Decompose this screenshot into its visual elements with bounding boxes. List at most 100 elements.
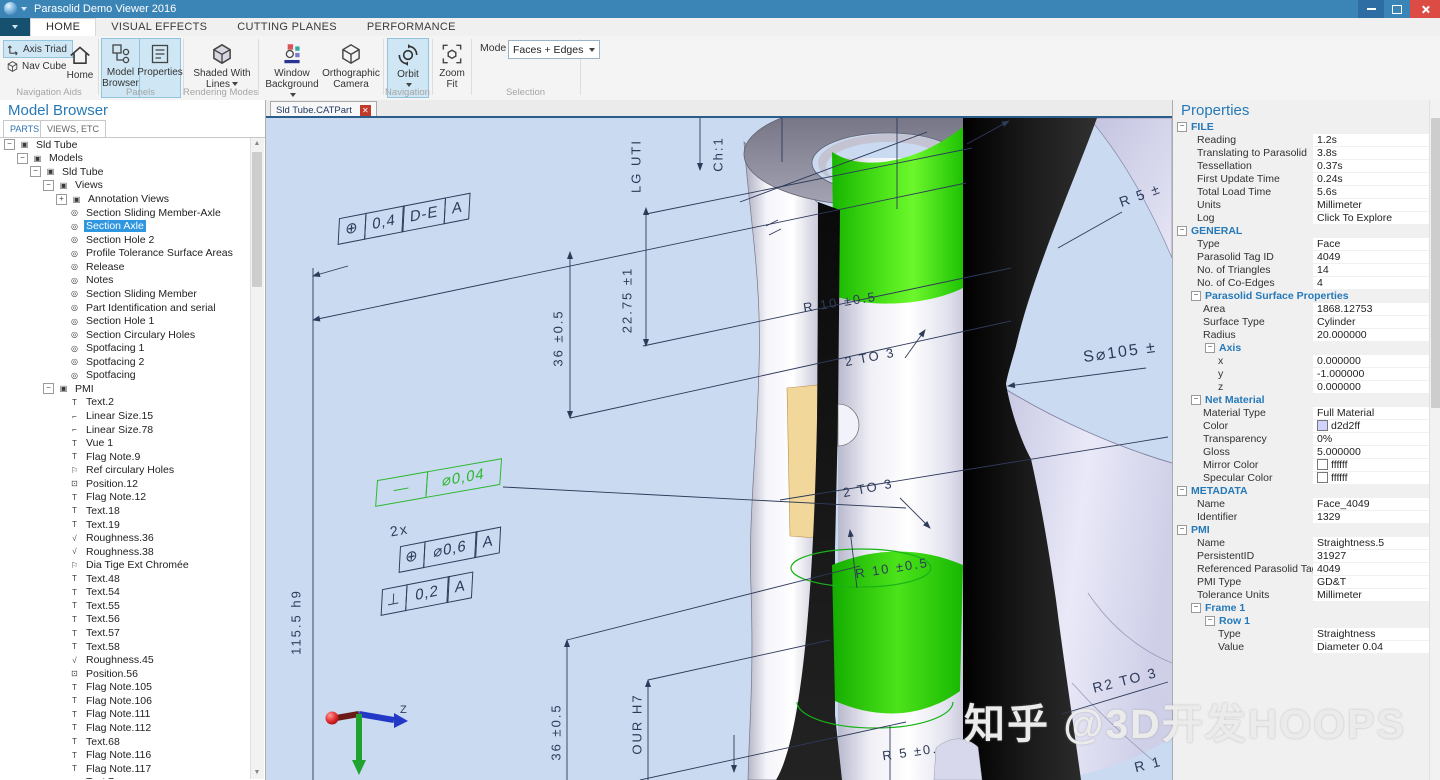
property-row[interactable]: NameStraightness.5 [1173,536,1429,549]
tree-item[interactable]: TText.19 [0,518,249,532]
tree-item[interactable]: ◎Spotfacing [0,369,249,383]
tree-item[interactable]: ◎Section Hole 1 [0,314,249,328]
expand-icon[interactable]: + [56,194,67,205]
property-section-header[interactable]: −Frame 1 [1173,601,1429,614]
tree-item[interactable]: TText.48 [0,572,249,586]
tree-item[interactable]: TText.58 [0,640,249,654]
collapse-icon[interactable]: − [17,153,28,164]
tree-item[interactable]: ◎Notes [0,274,249,288]
tree-item[interactable]: TText.68 [0,735,249,749]
tree-scrollbar[interactable]: ▲ ▼ [250,138,264,779]
collapse-icon[interactable]: − [1191,603,1201,613]
property-row[interactable]: x0.000000 [1173,354,1429,367]
tree-item[interactable]: ◎Release [0,260,249,274]
tree-item[interactable]: ⚐Dia Tige Ext Chromée [0,558,249,572]
property-row[interactable]: ValueDiameter 0.04 [1173,640,1429,653]
nav-cube-button[interactable]: Nav Cube [3,58,71,74]
property-row[interactable]: LogClick To Explore [1173,211,1429,224]
property-section-header[interactable]: −Axis [1173,341,1429,354]
property-row[interactable]: Surface TypeCylinder [1173,315,1429,328]
property-row[interactable]: Radius20.000000 [1173,328,1429,341]
viewport-3d[interactable]: 36 ±0.522.75 ±1LG UTICh:1115.5 h936 ±0.5… [266,118,1172,780]
tree-item[interactable]: √Roughness.38 [0,545,249,559]
tree-item[interactable]: TText.56 [0,613,249,627]
tree-item[interactable]: ⌐Linear Size.78 [0,423,249,437]
property-row[interactable]: z0.000000 [1173,380,1429,393]
orthographic-camera-button[interactable]: Orthographic Camera [322,38,380,96]
property-row[interactable]: NameFace_4049 [1173,497,1429,510]
minimize-button[interactable] [1358,0,1384,18]
tree-item[interactable]: ◎Section Hole 2 [0,233,249,247]
tree-item[interactable]: TFlag Note.105 [0,681,249,695]
property-row[interactable]: Transparency0% [1173,432,1429,445]
menu-tab-cutting-planes[interactable]: CUTTING PLANES [222,18,352,36]
tree-item[interactable]: −▣Sld Tube [0,165,249,179]
tree-item[interactable]: √Roughness.36 [0,531,249,545]
tree-item[interactable]: TText.18 [0,504,249,518]
tree-item[interactable]: ◎Spotfacing 2 [0,355,249,369]
property-section-header[interactable]: −Parasolid Surface Properties [1173,289,1429,302]
menu-tab-performance[interactable]: PERFORMANCE [352,18,471,36]
property-row[interactable]: Referenced Parasolid Tag ID4049 [1173,562,1429,575]
tree-item[interactable]: −▣Sld Tube [0,138,249,152]
property-section-header[interactable]: −PMI [1173,523,1429,536]
mode-dropdown[interactable]: Faces + Edges [508,40,600,59]
tab-close-icon[interactable]: ✕ [360,105,371,116]
tree-item[interactable]: TText.7 [0,775,249,779]
collapse-icon[interactable]: − [1177,226,1187,236]
property-row[interactable]: No. of Triangles14 [1173,263,1429,276]
tree-item[interactable]: ◎Section Sliding Member-Axle [0,206,249,220]
property-row[interactable]: UnitsMillimeter [1173,198,1429,211]
property-section-header[interactable]: −Row 1 [1173,614,1429,627]
tree-item[interactable]: TFlag Note.116 [0,748,249,762]
property-row[interactable]: TypeFace [1173,237,1429,250]
window-background-button[interactable]: Window Background [262,38,322,96]
tree-item[interactable]: −▣Models [0,152,249,166]
tree-item[interactable]: TFlag Note.117 [0,762,249,776]
property-row[interactable]: Translating to Parasolid3.8s [1173,146,1429,159]
tree-item[interactable]: ⊡Position.56 [0,667,249,681]
property-row[interactable]: y-1.000000 [1173,367,1429,380]
property-row[interactable]: Gloss5.000000 [1173,445,1429,458]
tree-item[interactable]: TText.57 [0,626,249,640]
tree-item[interactable]: TFlag Note.112 [0,721,249,735]
tree-item[interactable]: TVue 1 [0,436,249,450]
property-row[interactable]: Reading1.2s [1173,133,1429,146]
tree-item[interactable]: −▣PMI [0,382,249,396]
property-section-header[interactable]: −Net Material [1173,393,1429,406]
collapse-icon[interactable]: − [1205,343,1215,353]
axis-triad-button[interactable]: Axis Triad [3,40,73,58]
collapse-icon[interactable]: − [1177,122,1187,132]
property-row[interactable]: Identifier1329 [1173,510,1429,523]
scroll-down-icon[interactable]: ▼ [251,767,263,779]
property-section-header[interactable]: −GENERAL [1173,224,1429,237]
property-row[interactable]: Tessellation0.37s [1173,159,1429,172]
file-menu-button[interactable] [0,18,30,36]
tree-item[interactable]: ⚐Ref circulary Holes [0,464,249,478]
tree-item[interactable]: TFlag Note.106 [0,694,249,708]
tree-item[interactable]: ◎Spotfacing 1 [0,341,249,355]
tree-item[interactable]: ◎Section Axle [0,219,249,233]
scroll-up-icon[interactable]: ▲ [251,138,263,150]
tree-item[interactable]: −▣Views [0,179,249,193]
property-row[interactable]: Parasolid Tag ID4049 [1173,250,1429,263]
tree-item[interactable]: √Roughness.45 [0,653,249,667]
tree-item[interactable]: ◎Section Sliding Member [0,287,249,301]
tree-item[interactable]: TText.54 [0,586,249,600]
tree-item[interactable]: ◎Profile Tolerance Surface Areas [0,247,249,261]
property-section-header[interactable]: −FILE [1173,120,1429,133]
tree-item[interactable]: TFlag Note.12 [0,491,249,505]
property-row[interactable]: Specular Colorffffff [1173,471,1429,484]
tree-item[interactable]: TText.55 [0,599,249,613]
collapse-icon[interactable]: − [1191,291,1201,301]
maximize-button[interactable] [1384,0,1410,18]
property-row[interactable]: Total Load Time5.6s [1173,185,1429,198]
tree-item[interactable]: TText.2 [0,396,249,410]
property-section-header[interactable]: −METADATA [1173,484,1429,497]
collapse-icon[interactable]: − [1177,486,1187,496]
collapse-icon[interactable]: − [4,139,15,150]
tree-item[interactable]: TFlag Note.9 [0,450,249,464]
collapse-icon[interactable]: − [43,180,54,191]
scrollbar-thumb[interactable] [1431,118,1440,408]
quick-access-caret-icon[interactable] [21,7,27,11]
